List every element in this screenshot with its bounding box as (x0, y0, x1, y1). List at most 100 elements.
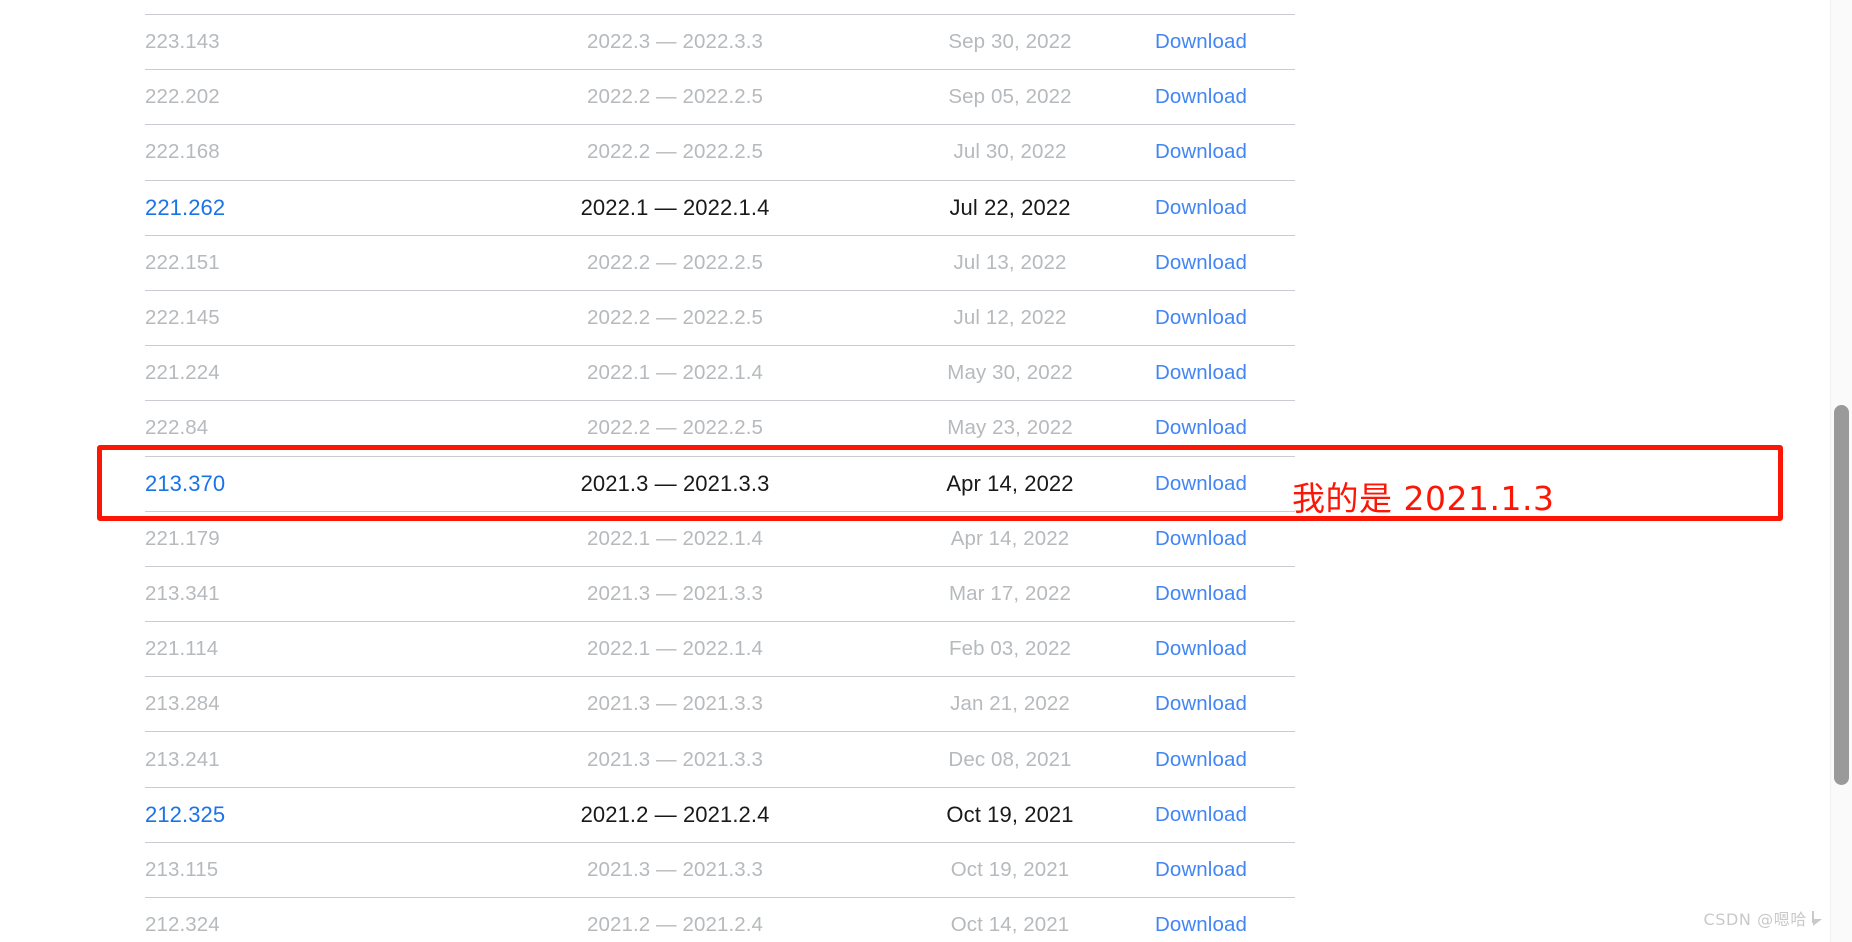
version-range-cell: 2022.1 — 2022.1.4 (485, 510, 865, 567)
version-range: 2022.1 — 2022.1.4 (586, 637, 764, 661)
version-range-cell: 2022.2 — 2022.2.5 (485, 234, 865, 291)
action-cell: Download (1155, 731, 1295, 788)
version-range-cell: 2022.2 — 2022.2.5 (485, 124, 865, 181)
download-link[interactable]: Download (1155, 858, 1247, 881)
version-range: 2022.1 — 2022.1.4 (580, 194, 770, 220)
table-row[interactable]: 213.115 2021.3 — 2021.3.3 Oct 19, 2021 Down… (145, 841, 1295, 898)
table-row[interactable]: 221.262 2022.1 — 2022.1.4 Jul 22, 2022 Down… (145, 179, 1295, 236)
release-date-cell: Sep 30, 2022 (865, 13, 1155, 70)
table-row[interactable]: 213.284 2021.3 — 2021.3.3 Jan 21, 2022 Down… (145, 676, 1295, 732)
release-date-cell: Mar 17, 2022 (865, 565, 1155, 622)
build-number: 222.168 (145, 140, 220, 164)
version-range: 2021.3 — 2021.3.3 (586, 857, 764, 881)
version-range: 2022.2 — 2022.2.5 (586, 250, 764, 274)
annotation-text: 我的是 2021.1.3 (1292, 479, 1555, 518)
build-number: 223.143 (145, 30, 220, 54)
action-cell: Download (1155, 841, 1295, 898)
download-link[interactable]: Download (1155, 692, 1247, 715)
table-row[interactable]: 213.241 2021.3 — 2021.3.3 Dec 08, 2021 Down… (145, 731, 1295, 788)
version-range: 2022.1 — 2022.1.4 (586, 361, 764, 385)
build-number: 213.241 (145, 747, 220, 771)
release-date-cell: Jul 13, 2022 (865, 234, 1155, 291)
build-link[interactable]: 221.262 (145, 195, 225, 220)
build-link[interactable]: 212.325 (145, 802, 225, 827)
table-row[interactable]: 221.179 2022.1 — 2022.1.4 Apr 14, 2022 Down… (145, 510, 1295, 567)
download-link[interactable]: Download (1155, 748, 1247, 771)
release-date: Oct 14, 2021 (950, 913, 1070, 937)
version-range-cell: 2022.1 — 2022.1.4 (485, 621, 865, 677)
action-cell: Download (1155, 400, 1295, 456)
version-range-cell: 2021.3 — 2021.3.3 (485, 565, 865, 622)
download-link[interactable]: Download (1155, 30, 1247, 53)
download-link[interactable]: Download (1155, 803, 1247, 826)
release-date: Oct 19, 2021 (946, 801, 1074, 827)
table-row[interactable]: 223.143 2022.3 — 2022.3.3 Sep 30, 2022 Down… (145, 13, 1295, 70)
build-cell: 212.324 (145, 896, 485, 942)
release-date-cell: May 23, 2022 (865, 400, 1155, 456)
vertical-scrollbar-track[interactable] (1830, 0, 1852, 942)
download-link[interactable]: Download (1155, 913, 1247, 936)
table-row[interactable]: 222.84 2022.2 — 2022.2.5 May 23, 2022 Downl… (145, 400, 1295, 456)
table-row[interactable]: 212.324 2021.2 — 2021.2.4 Oct 14, 2021 Down… (145, 896, 1295, 942)
table-row[interactable]: 213.370 2021.3 — 2021.3.3 Apr 14, 2022 Down… (145, 455, 1295, 512)
version-range-cell: 2022.1 — 2022.1.4 (485, 345, 865, 401)
download-link[interactable]: Download (1155, 416, 1247, 439)
download-link[interactable]: Download (1155, 527, 1247, 550)
release-date-cell: Oct 19, 2021 (865, 841, 1155, 898)
action-cell: Download (1155, 124, 1295, 181)
download-link[interactable]: Download (1155, 637, 1247, 660)
build-number: 212.324 (145, 913, 220, 937)
release-date: Sep 30, 2022 (948, 30, 1072, 54)
download-link[interactable]: Download (1155, 251, 1247, 274)
build-cell: 221.114 (145, 621, 485, 677)
release-date: Jul 22, 2022 (949, 194, 1071, 220)
cursor-arrow-icon (1812, 910, 1826, 926)
build-cell: 212.325 (145, 786, 485, 843)
table-row[interactable]: 222.202 2022.2 — 2022.2.5 Sep 05, 2022 Down… (145, 69, 1295, 125)
table-row[interactable]: 213.341 2021.3 — 2021.3.3 Mar 17, 2022 Down… (145, 565, 1295, 622)
version-range-cell: 2021.3 — 2021.3.3 (485, 455, 865, 512)
download-link[interactable]: Download (1155, 140, 1247, 163)
download-link[interactable]: Download (1155, 582, 1247, 605)
build-link[interactable]: 213.370 (145, 471, 225, 496)
version-range: 2022.2 — 2022.2.5 (586, 85, 764, 109)
release-date: Jul 30, 2022 (953, 140, 1067, 164)
version-range: 2021.3 — 2021.3.3 (586, 581, 764, 605)
release-date-cell: Apr 14, 2022 (865, 510, 1155, 567)
vertical-scrollbar-thumb[interactable] (1834, 405, 1849, 785)
build-number: 222.151 (145, 250, 220, 274)
release-date: Jul 13, 2022 (953, 250, 1067, 274)
build-number: 222.202 (145, 85, 220, 109)
download-link[interactable]: Download (1155, 196, 1247, 219)
versions-table-body: 223.143 2022.3 — 2022.3.3 Sep 30, 2022 Down… (145, 13, 1295, 942)
table-row[interactable]: 222.151 2022.2 — 2022.2.5 Jul 13, 2022 Down… (145, 234, 1295, 291)
page-root: 223.143 2022.3 — 2022.3.3 Sep 30, 2022 Down… (0, 0, 1852, 942)
version-range: 2021.2 — 2021.2.4 (580, 801, 770, 827)
table-row[interactable]: 222.145 2022.2 — 2022.2.5 Jul 12, 2022 Down… (145, 289, 1295, 346)
release-date: Mar 17, 2022 (949, 581, 1071, 605)
release-date: May 23, 2022 (947, 416, 1073, 440)
download-link[interactable]: Download (1155, 306, 1247, 329)
versions-table: 223.143 2022.3 — 2022.3.3 Sep 30, 2022 Down… (145, 13, 1295, 942)
download-link[interactable]: Download (1155, 472, 1247, 495)
build-number: 213.341 (145, 581, 220, 605)
release-date: May 30, 2022 (947, 361, 1073, 385)
table-row[interactable]: 221.224 2022.1 — 2022.1.4 May 30, 2022 Down… (145, 345, 1295, 401)
version-range: 2021.3 — 2021.3.3 (580, 470, 770, 496)
watermark-label: CSDN @嗯哈 (1703, 910, 1807, 929)
build-number: 222.145 (145, 306, 220, 330)
download-link[interactable]: Download (1155, 85, 1247, 108)
release-date-cell: Dec 08, 2021 (865, 731, 1155, 788)
build-number: 213.115 (145, 857, 219, 881)
table-row[interactable]: 222.168 2022.2 — 2022.2.5 Jul 30, 2022 Down… (145, 124, 1295, 181)
version-range-cell: 2021.2 — 2021.2.4 (485, 896, 865, 942)
version-range: 2022.2 — 2022.2.5 (586, 416, 764, 440)
download-link[interactable]: Download (1155, 361, 1247, 384)
release-date-cell: Jul 22, 2022 (865, 179, 1155, 236)
release-date: Oct 19, 2021 (950, 857, 1070, 881)
release-date: Apr 14, 2022 (946, 470, 1074, 496)
table-row[interactable]: 221.114 2022.1 — 2022.1.4 Feb 03, 2022 Down… (145, 621, 1295, 677)
table-row[interactable]: 212.325 2021.2 — 2021.2.4 Oct 19, 2021 Down… (145, 786, 1295, 843)
build-cell: 222.168 (145, 124, 485, 181)
release-date: Sep 05, 2022 (948, 85, 1072, 109)
